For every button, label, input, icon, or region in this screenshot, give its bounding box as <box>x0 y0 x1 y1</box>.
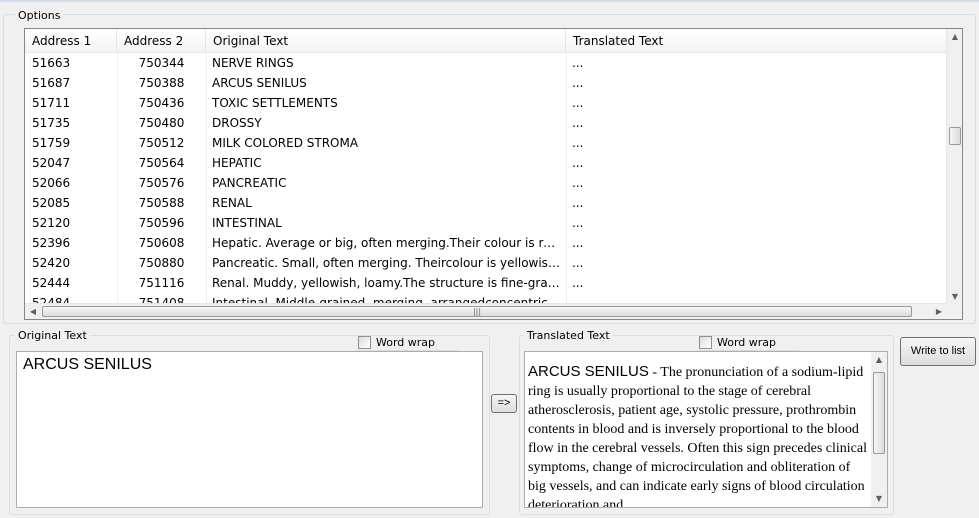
address-2-cell: 751116 <box>138 276 185 290</box>
translated-text-cell: ... <box>572 276 584 290</box>
down-arrow-icon[interactable]: ▼ <box>871 491 887 507</box>
translated-text-cell: ... <box>572 76 584 90</box>
table-row[interactable]: 52420 750880 Pancreatic. Small, often me… <box>25 253 947 273</box>
table-row[interactable]: 51759 750512 MILK COLORED STROMA ... <box>25 133 947 153</box>
address-1-cell: 51663 <box>32 56 71 70</box>
address-2-cell: 750880 <box>138 256 185 270</box>
address-2-cell: 750512 <box>138 136 185 150</box>
original-text-cell: TOXIC SETTLEMENTS <box>212 96 338 110</box>
original-text-cell: HEPATIC <box>212 156 262 170</box>
address-2-cell: 750608 <box>138 236 185 250</box>
address-2-cell: 750344 <box>138 56 185 70</box>
translated-text-content: ARCUS SENILUS - The pronunciation of a s… <box>528 362 871 508</box>
list-horizontal-scrollbar[interactable]: ◀ ||| ▶ <box>25 303 947 319</box>
right-arrow-icon[interactable]: ▶ <box>931 304 947 319</box>
table-row[interactable]: 52396 750608 Hepatic. Average or big, of… <box>25 233 947 253</box>
translated-text-input[interactable]: ARCUS SENILUS - The pronunciation of a s… <box>524 351 888 508</box>
address-1-cell: 52066 <box>32 176 71 190</box>
translated-text-title: Translated Text <box>524 329 613 342</box>
options-title: Options <box>15 9 64 22</box>
translated-vertical-scrollbar[interactable]: ▲ ▼ <box>871 352 887 507</box>
address-1-cell: 52444 <box>32 276 71 290</box>
scroll-thumb[interactable] <box>949 127 961 145</box>
left-arrow-icon[interactable]: ◀ <box>25 304 41 319</box>
list-rows: 51663 750344 NERVE RINGS ... 51687 75038… <box>25 53 947 305</box>
address-1-cell: 51759 <box>32 136 71 150</box>
address-1-cell: 51735 <box>32 116 71 130</box>
translated-word-wrap-toggle[interactable]: Word wrap <box>699 334 776 350</box>
word-wrap-label: Word wrap <box>376 335 436 349</box>
table-row[interactable]: 51687 750388 ARCUS SENILUS ... <box>25 73 947 93</box>
column-header-original-text[interactable]: Original Text <box>206 29 566 53</box>
address-1-cell: 52396 <box>32 236 71 250</box>
address-1-cell: 52085 <box>32 196 71 210</box>
translated-text-cell: ... <box>572 196 584 210</box>
table-row[interactable]: 52444 751116 Renal. Muddy, yellowish, lo… <box>25 273 947 293</box>
original-text-cell: INTESTINAL <box>212 216 282 230</box>
address-2-cell: 750436 <box>138 96 185 110</box>
translated-term: ARCUS SENILUS <box>528 363 649 380</box>
translated-text-cell: ... <box>572 96 584 110</box>
column-header-translated-text[interactable]: Translated Text <box>566 29 947 53</box>
translated-text-cell: ... <box>572 216 584 230</box>
table-row[interactable]: 51663 750344 NERVE RINGS ... <box>25 53 947 73</box>
scroll-thumb[interactable] <box>873 372 885 454</box>
translated-text-cell: ... <box>572 136 584 150</box>
address-1-cell: 51687 <box>32 76 71 90</box>
table-row[interactable]: 52120 750596 INTESTINAL ... <box>25 213 947 233</box>
original-text-cell: NERVE RINGS <box>212 56 294 70</box>
word-wrap-checkbox[interactable] <box>699 335 712 349</box>
address-1-cell: 52047 <box>32 156 71 170</box>
word-wrap-label: Word wrap <box>717 335 777 349</box>
scroll-thumb[interactable]: ||| <box>42 306 912 317</box>
original-text-cell: Renal. Muddy, yellowish, loamy.The struc… <box>212 276 562 290</box>
translated-text-cell: ... <box>572 156 584 170</box>
column-header-address-2[interactable]: Address 2 <box>117 29 206 53</box>
address-2-cell: 750480 <box>138 116 185 130</box>
window-top-edge <box>0 0 979 3</box>
original-text-cell: Hepatic. Average or big, often merging.T… <box>212 236 562 250</box>
address-2-cell: 750576 <box>138 176 185 190</box>
original-text-input[interactable]: ARCUS SENILUS <box>16 351 483 508</box>
translated-text-cell: ... <box>572 256 584 270</box>
up-arrow-icon[interactable]: ▲ <box>871 352 887 368</box>
table-row[interactable]: 52047 750564 HEPATIC ... <box>25 153 947 173</box>
original-text-cell: ARCUS SENILUS <box>212 76 307 90</box>
original-text-cell: PANCREATIC <box>212 176 287 190</box>
address-2-cell: 750564 <box>138 156 185 170</box>
write-to-list-button[interactable]: Write to list <box>900 337 976 366</box>
table-row[interactable]: 51735 750480 DROSSY ... <box>25 113 947 133</box>
table-row[interactable]: 51711 750436 TOXIC SETTLEMENTS ... <box>25 93 947 113</box>
address-1-cell: 52120 <box>32 216 71 230</box>
original-text-title: Original Text <box>15 329 90 342</box>
address-2-cell: 750588 <box>138 196 185 210</box>
list-header: Address 1 Address 2 Original Text Transl… <box>25 29 947 53</box>
translated-text-cell: ... <box>572 236 584 250</box>
table-row[interactable]: 52085 750588 RENAL ... <box>25 193 947 213</box>
original-text-cell: RENAL <box>212 196 252 210</box>
translated-text-cell: ... <box>572 116 584 130</box>
address-2-cell: 750388 <box>138 76 185 90</box>
list-vertical-scrollbar[interactable]: ▲ ▼ <box>946 29 962 305</box>
original-text-cell: MILK COLORED STROMA <box>212 136 359 150</box>
copy-to-translation-button[interactable]: => <box>491 394 517 413</box>
text-list-view[interactable]: Address 1 Address 2 Original Text Transl… <box>24 28 963 320</box>
up-arrow-icon[interactable]: ▲ <box>947 29 962 45</box>
word-wrap-checkbox[interactable] <box>358 335 371 349</box>
translated-description: - The pronunciation of a sodium-lipid ri… <box>528 365 867 508</box>
address-2-cell: 750596 <box>138 216 185 230</box>
address-1-cell: 52420 <box>32 256 71 270</box>
address-1-cell: 51711 <box>32 96 71 110</box>
column-header-address-1[interactable]: Address 1 <box>25 29 117 53</box>
original-text-cell: Pancreatic. Small, often merging. Theirc… <box>212 256 562 270</box>
original-text-cell: DROSSY <box>212 116 262 130</box>
translated-text-cell: ... <box>572 176 584 190</box>
scrollbar-corner <box>946 303 962 319</box>
table-row[interactable]: 52066 750576 PANCREATIC ... <box>25 173 947 193</box>
translated-text-cell: ... <box>572 56 584 70</box>
original-word-wrap-toggle[interactable]: Word wrap <box>358 334 435 350</box>
